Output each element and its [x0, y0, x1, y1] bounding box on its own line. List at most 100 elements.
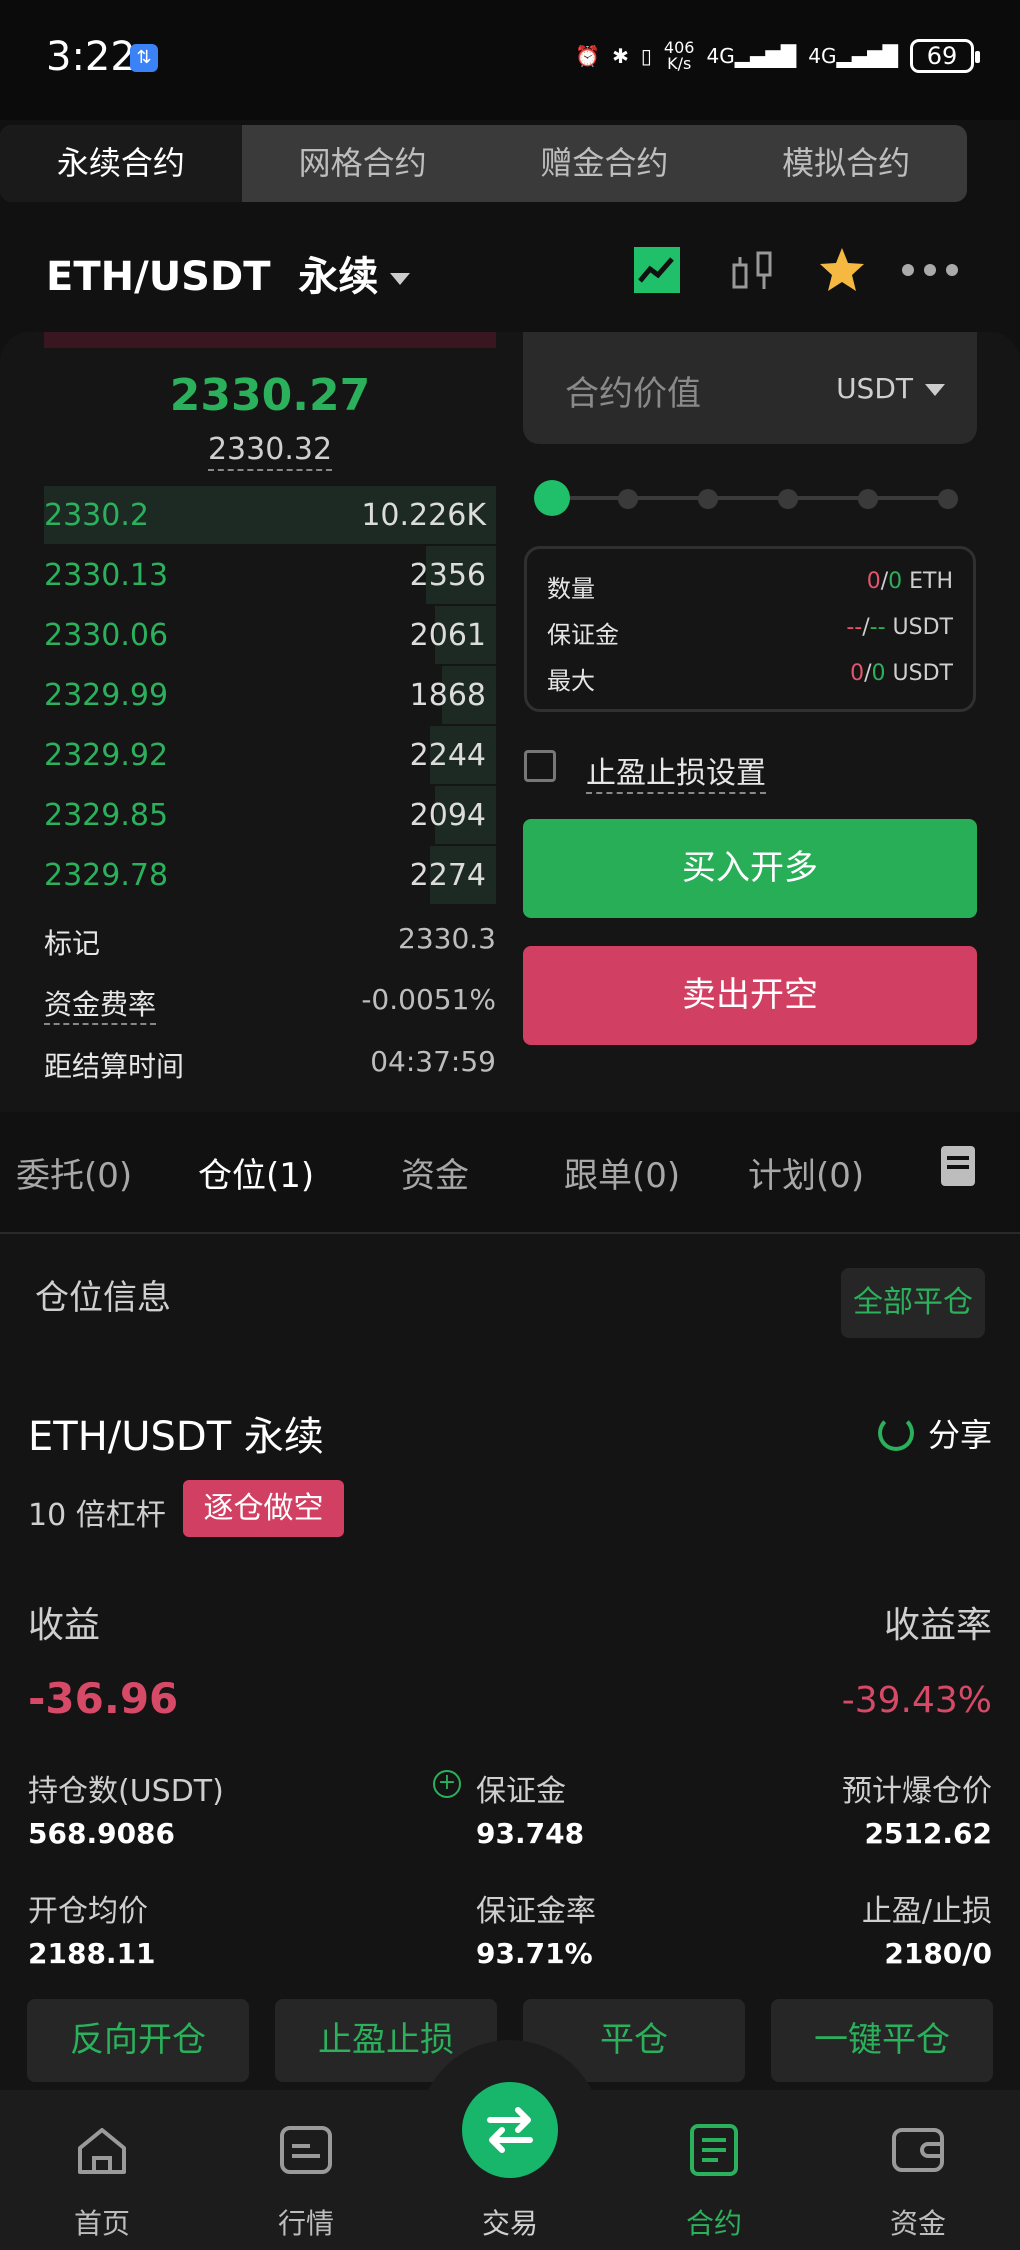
- stats-max-row: 最大 0/0 USDT: [547, 661, 953, 695]
- chart-line-icon[interactable]: [632, 245, 682, 295]
- contract-value-placeholder: 合约价值: [565, 374, 701, 414]
- mark-price-value: 2330.3: [398, 922, 496, 955]
- profit-value: -36.96: [28, 1674, 179, 1723]
- slider-stop[interactable]: [698, 489, 718, 509]
- market-icon: [280, 2126, 332, 2174]
- nav-assets[interactable]: 资金: [838, 2090, 998, 2250]
- unit-selector[interactable]: USDT: [836, 372, 945, 405]
- order-stats-box: 数量 0/0 ETH 保证金 --/-- USDT 最大 0/0 USDT: [524, 546, 976, 712]
- profit-label: 收益: [28, 1605, 101, 1646]
- margin-rate-value: 93.71%: [476, 1937, 593, 1970]
- net-speed: 406 K/s: [663, 38, 695, 73]
- orderbook-row[interactable]: 2329.85 2094: [44, 786, 496, 844]
- orderbook-qty: 2356: [409, 558, 486, 593]
- index-price: 2330.32: [0, 432, 540, 471]
- swap-icon: [487, 2107, 533, 2153]
- tab-demo[interactable]: 模拟合约: [725, 125, 967, 202]
- orderbook-row[interactable]: 2330.2 10.226K: [44, 486, 496, 544]
- slider-thumb[interactable]: [534, 480, 570, 516]
- tab-copy-trade[interactable]: 跟单(0): [564, 1148, 680, 1197]
- status-bar: 3:22 ⇅ ⏰ ✱ ▯ 406 K/s 4G▂▄▆█ 4G▂▄▆█ 69: [0, 0, 1020, 120]
- profit-rate-label: 收益率: [883, 1605, 992, 1646]
- tab-grid[interactable]: 网格合约: [242, 125, 484, 202]
- tab-plans[interactable]: 计划(0): [748, 1148, 864, 1197]
- add-margin-icon[interactable]: +: [433, 1770, 461, 1798]
- order-list-icon[interactable]: [941, 1146, 975, 1186]
- position-side-badge: 逐仓做空: [183, 1480, 344, 1537]
- nav-home[interactable]: 首页: [22, 2090, 182, 2250]
- nav-market[interactable]: 行情: [226, 2090, 386, 2250]
- position-size-label: 持仓数(USDT): [28, 1774, 224, 1809]
- nav-contract[interactable]: 合约: [634, 2090, 794, 2250]
- slider-stop[interactable]: [938, 489, 958, 509]
- wallet-icon: [892, 2128, 944, 2172]
- orderbook-row[interactable]: 2329.99 1868: [44, 666, 496, 724]
- position-tabs: 委托(0) 仓位(1) 资金 跟单(0) 计划(0): [0, 1130, 1020, 1230]
- reverse-open-button[interactable]: 反向开仓: [27, 1999, 249, 2082]
- orderbook-qty: 1868: [409, 678, 486, 713]
- orderbook-qty: 2274: [409, 858, 486, 893]
- funding-rate-row[interactable]: 资金费率 -0.0051%: [44, 983, 496, 1027]
- entry-price-label: 开仓均价: [28, 1894, 148, 1929]
- margin-value: 93.748: [476, 1817, 585, 1850]
- pair-name: ETH/USDT: [46, 254, 271, 300]
- buy-long-button[interactable]: 买入开多: [523, 819, 977, 918]
- contract-type-tabs: 永续合约 网格合约 赠金合约 模拟合约: [0, 125, 967, 202]
- orderbook-row[interactable]: 2330.06 2061: [44, 606, 496, 664]
- nav-trade-label[interactable]: 交易: [430, 2202, 590, 2242]
- tpsl-label-position: 止盈/止损: [861, 1894, 992, 1929]
- pair-selector[interactable]: ETH/USDT 永续: [46, 244, 411, 302]
- funding-rate-label: 资金费率: [44, 983, 157, 1025]
- tab-perpetual[interactable]: 永续合约: [0, 125, 242, 202]
- sell-short-button[interactable]: 卖出开空: [523, 946, 977, 1045]
- nav-trade[interactable]: [462, 2082, 558, 2178]
- settlement-value: 04:37:59: [370, 1045, 496, 1078]
- caret-down-icon: [925, 384, 945, 396]
- candlestick-icon[interactable]: [728, 245, 778, 295]
- orderbook-row[interactable]: 2330.13 2356: [44, 546, 496, 604]
- ask-depth-bar: [44, 332, 496, 348]
- more-icon[interactable]: [900, 245, 960, 295]
- entry-price-value: 2188.11: [28, 1937, 156, 1970]
- orderbook-price: 2329.78: [44, 858, 169, 893]
- tab-positions[interactable]: 仓位(1): [198, 1148, 314, 1197]
- close-all-button[interactable]: 全部平仓: [841, 1268, 985, 1338]
- last-price[interactable]: 2330.27: [0, 370, 540, 421]
- one-click-close-button[interactable]: 一键平仓: [771, 1999, 993, 2082]
- tab-assets[interactable]: 资金: [401, 1148, 469, 1197]
- funding-rate-value: -0.0051%: [361, 983, 496, 1016]
- alarm-icon: ⏰: [575, 44, 601, 68]
- contract-value-input[interactable]: 合约价值 USDT: [523, 332, 977, 444]
- orderbook-qty: 2094: [409, 798, 486, 833]
- orderbook-price: 2330.2: [44, 498, 149, 533]
- orderbook-qty: 2061: [409, 618, 486, 653]
- orderbook-price: 2329.85: [44, 798, 169, 833]
- settlement-label: 距结算时间: [44, 1050, 185, 1083]
- signal-1-icon: 4G▂▄▆█: [706, 44, 797, 68]
- stats-qty-row: 数量 0/0 ETH: [547, 569, 953, 603]
- vibrate-icon: ▯: [640, 44, 652, 68]
- slider-stop[interactable]: [778, 489, 798, 509]
- position-size-value: 568.9086: [28, 1817, 176, 1850]
- slider-stop[interactable]: [858, 489, 878, 509]
- slider-stop[interactable]: [618, 489, 638, 509]
- caret-down-icon: [390, 273, 411, 285]
- tpsl-label[interactable]: 止盈止损设置: [586, 748, 766, 794]
- tpsl-checkbox[interactable]: [524, 750, 556, 782]
- leverage-slider[interactable]: [534, 480, 958, 516]
- position-pair: ETH/USDT 永续: [28, 1414, 324, 1460]
- slider-track: [550, 496, 944, 500]
- home-icon: [78, 2128, 126, 2174]
- signal-2-icon: 4G▂▄▆█: [808, 44, 898, 68]
- orderbook-price: 2329.92: [44, 738, 169, 773]
- orderbook-row[interactable]: 2329.92 2244: [44, 726, 496, 784]
- star-icon[interactable]: [817, 245, 867, 295]
- tab-orders[interactable]: 委托(0): [16, 1148, 132, 1197]
- margin-rate-label: 保证金率: [476, 1894, 596, 1929]
- settlement-countdown-row: 距结算时间 04:37:59: [44, 1045, 496, 1089]
- orderbook-price: 2329.99: [44, 678, 169, 713]
- tab-bonus[interactable]: 赠金合约: [484, 125, 726, 202]
- share-button[interactable]: 分享: [877, 1410, 992, 1456]
- pair-type: 永续: [298, 254, 379, 300]
- orderbook-row[interactable]: 2329.78 2274: [44, 846, 496, 904]
